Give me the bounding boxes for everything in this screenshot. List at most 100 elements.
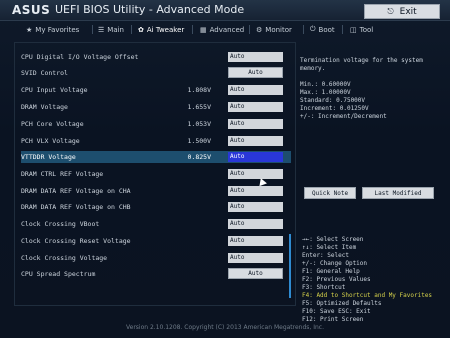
exit-icon: ⎋: [387, 6, 394, 16]
setting-label: PCH Core Voltage: [21, 120, 84, 128]
help-line: Termination voltage for the system: [300, 57, 423, 64]
tab-boot[interactable]: ⏻ Boot: [310, 22, 335, 37]
option-button[interactable]: Auto: [228, 268, 283, 279]
current-value: 1.500V: [187, 137, 211, 145]
tab-ai-tweaker[interactable]: ✿ Ai Tweaker: [138, 22, 184, 37]
setting-row[interactable]: Clock Crossing VBoot Auto: [21, 218, 291, 230]
asus-logo: ASUS: [12, 3, 51, 17]
setting-row[interactable]: CPU Digital I/O Voltage Offset Auto: [21, 51, 291, 63]
tab-divider: [192, 25, 193, 34]
setting-row[interactable]: SVID Control Auto: [21, 67, 291, 79]
current-value: 1.655V: [187, 103, 211, 111]
tab-label: Monitor: [265, 25, 292, 34]
option-button[interactable]: Auto: [228, 67, 283, 78]
key-hint: F5: Optimized Defaults: [302, 300, 382, 307]
setting-label: DRAM CTRL REF Voltage: [21, 170, 104, 178]
value-input[interactable]: Auto: [228, 136, 283, 146]
help-line: Min.: 0.60000V: [300, 81, 351, 88]
value-input[interactable]: Auto: [228, 52, 283, 62]
help-line: Max.: 1.00000V: [300, 89, 351, 96]
key-hint: F3: Shortcut: [302, 284, 346, 291]
setting-row[interactable]: DRAM Voltage 1.655V Auto: [21, 101, 291, 113]
scrollbar[interactable]: [289, 234, 291, 298]
setting-row[interactable]: PCH VLX Voltage 1.500V Auto: [21, 135, 291, 147]
key-hint: F12: Print Screen: [302, 316, 364, 323]
tab-label: Tool: [359, 25, 374, 34]
tab-my-favorites[interactable]: ★ My Favorites: [26, 22, 79, 37]
setting-row[interactable]: Clock Crossing Voltage Auto: [21, 252, 291, 264]
list-icon: ☰: [98, 25, 105, 34]
value-input[interactable]: Auto: [228, 236, 283, 246]
value-input[interactable]: Auto: [228, 85, 283, 95]
setting-row[interactable]: DRAM CTRL REF Voltage Auto: [21, 168, 291, 180]
key-hint: +/-: Change Option: [302, 260, 368, 267]
exit-label: Exit: [399, 6, 417, 17]
setting-label: CPU Digital I/O Voltage Offset: [21, 53, 139, 61]
tab-divider: [342, 25, 343, 34]
tab-monitor[interactable]: ⚙ Monitor: [256, 22, 292, 37]
tab-label: Advanced: [209, 25, 245, 34]
setting-label: SVID Control: [21, 69, 68, 77]
last-modified-button[interactable]: Last Modified: [362, 187, 434, 199]
tab-advanced[interactable]: ▦ Advanced: [200, 22, 244, 37]
current-value: 1.053V: [187, 120, 211, 128]
value-input[interactable]: Auto: [228, 253, 283, 263]
tab-label: Main: [107, 25, 124, 34]
help-line: [300, 73, 445, 81]
value-input[interactable]: Auto: [228, 219, 283, 229]
tab-bar: ★ My Favorites ☰ Main ✿ Ai Tweaker ▦ Adv…: [0, 22, 450, 37]
value-input[interactable]: Auto: [228, 119, 283, 129]
key-hint: F2: Previous Values: [302, 276, 371, 283]
setting-label: DRAM Voltage: [21, 103, 68, 111]
tweaker-icon: ✿: [138, 25, 144, 34]
setting-label: Clock Crossing Voltage: [21, 254, 108, 262]
setting-label: Clock Crossing Reset Voltage: [21, 237, 131, 245]
help-line: Standard: 0.75000V: [300, 97, 366, 104]
key-hint: →←: Select Screen: [302, 236, 364, 243]
help-line: Increment: 0.01250V: [300, 105, 369, 112]
tab-tool[interactable]: ◫ Tool: [350, 22, 373, 37]
setting-label: CPU Input Voltage: [21, 86, 88, 94]
tab-main[interactable]: ☰ Main: [98, 22, 124, 37]
advanced-icon: ▦: [200, 25, 207, 34]
value-input[interactable]: Auto: [228, 169, 283, 179]
setting-label: PCH VLX Voltage: [21, 137, 80, 145]
setting-label: VTTDDR Voltage: [21, 153, 76, 161]
setting-label: Clock Crossing VBoot: [21, 220, 100, 228]
bios-screen: ASUS UEFI BIOS Utility - Advanced Mode ⎋…: [0, 0, 450, 338]
tab-label: Ai Tweaker: [146, 25, 185, 34]
key-hint: F4: Add to Shortcut and My Favorites: [302, 292, 433, 299]
value-input[interactable]: Auto: [228, 186, 283, 196]
setting-row[interactable]: Clock Crossing Reset Voltage Auto: [21, 235, 291, 247]
tab-divider: [92, 25, 93, 34]
exit-button[interactable]: ⎋ Exit: [364, 4, 440, 19]
monitor-icon: ⚙: [256, 25, 263, 34]
help-panel: Termination voltage for the system memor…: [300, 57, 445, 121]
setting-row[interactable]: DRAM DATA REF Voltage on CHA Auto: [21, 185, 291, 197]
window-title: UEFI BIOS Utility - Advanced Mode: [55, 3, 245, 16]
key-hint: F10: Save ESC: Exit: [302, 308, 371, 315]
setting-label: DRAM DATA REF Voltage on CHA: [21, 187, 131, 195]
help-line: memory.: [300, 65, 326, 72]
tool-icon: ◫: [350, 25, 357, 34]
key-legend: →←: Select Screen ↑↓: Select Item Enter: S…: [302, 236, 447, 324]
value-input[interactable]: Auto: [228, 202, 283, 212]
current-value: 1.808V: [187, 86, 211, 94]
quick-note-button[interactable]: Quick Note: [304, 187, 356, 199]
title-bar: ASUS UEFI BIOS Utility - Advanced Mode ⎋…: [0, 0, 450, 21]
key-hint: Enter: Select: [302, 252, 349, 259]
power-icon: ⏻: [310, 25, 316, 33]
action-buttons: Quick Note Last Modified: [304, 187, 444, 201]
setting-row[interactable]: CPU Spread Spectrum Auto: [21, 268, 291, 280]
value-input[interactable]: Auto: [228, 152, 283, 162]
setting-row[interactable]: DRAM DATA REF Voltage on CHB Auto: [21, 201, 291, 213]
current-value: 0.825V: [187, 153, 211, 161]
tab-divider: [249, 25, 250, 34]
version-footer: Version 2.10.1208. Copyright (C) 2013 Am…: [125, 324, 325, 331]
star-icon: ★: [26, 25, 33, 34]
setting-row[interactable]: PCH Core Voltage 1.053V Auto: [21, 118, 291, 130]
setting-row[interactable]: VTTDDR Voltage 0.825V Auto: [21, 151, 291, 163]
setting-label: CPU Spread Spectrum: [21, 270, 96, 278]
value-input[interactable]: Auto: [228, 102, 283, 112]
setting-row[interactable]: CPU Input Voltage 1.808V Auto: [21, 84, 291, 96]
